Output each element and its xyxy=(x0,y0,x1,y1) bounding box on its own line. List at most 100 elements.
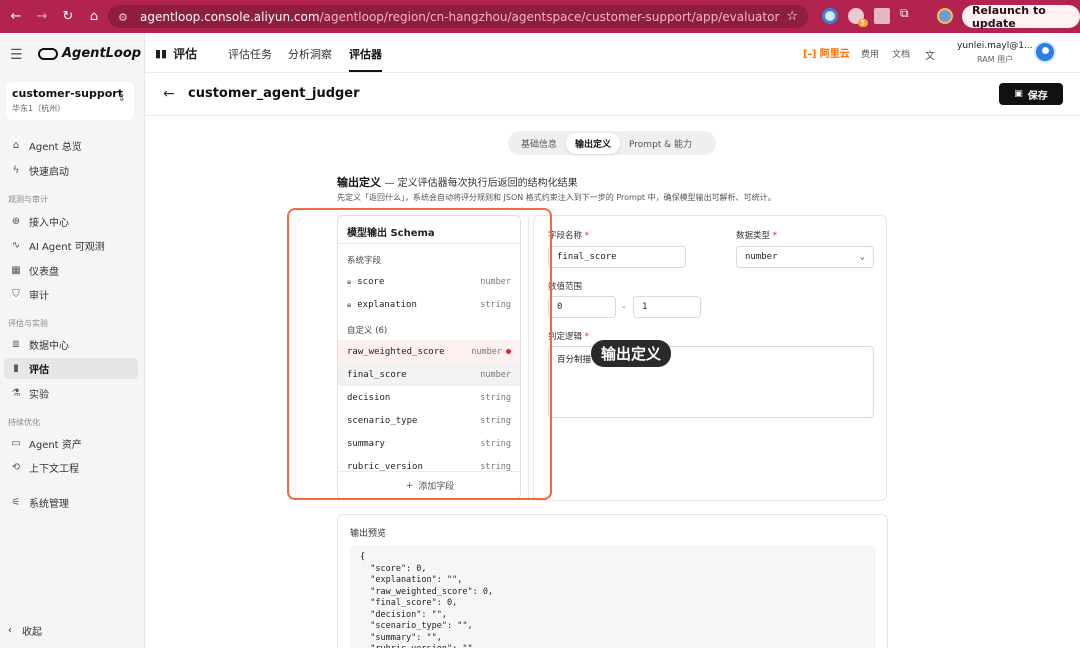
language-icon[interactable]: ⽂ xyxy=(925,47,935,62)
url-host: agentloop.console.aliyun.com xyxy=(140,9,320,24)
data-type-value: number xyxy=(745,252,778,262)
data-type-label: 数据类型 * xyxy=(736,229,777,241)
sidebar-item-label: 实验 xyxy=(29,390,49,401)
required-asterisk: * xyxy=(772,231,777,241)
range-label: 数值范围 xyxy=(548,282,583,292)
required-asterisk: * xyxy=(584,231,589,241)
aliyun-bracket-icon: [-] xyxy=(803,49,817,60)
section-title: 输出定义 xyxy=(337,176,381,189)
sidebar-item-evaluation[interactable]: ▮ 评估 xyxy=(4,358,138,379)
data-type-select[interactable]: number ⌄ xyxy=(736,246,874,268)
section-heading: 输出定义 — 定义评估器每次执行后返回的结构化结果 xyxy=(337,174,578,190)
database-icon: ≣ xyxy=(11,339,21,350)
docs-link[interactable]: 文档 xyxy=(892,47,910,60)
billing-link[interactable]: 费用 xyxy=(861,47,879,60)
sidebar-item-quick-start[interactable]: ϟ 快速启动 xyxy=(4,160,138,181)
section-subtitle: — 定义评估器每次执行后返回的结构化结果 xyxy=(384,178,578,189)
aliyun-logo[interactable]: [-] 阿里云 xyxy=(803,45,850,60)
agentloop-logo-icon xyxy=(38,47,58,60)
top-header: ▮▮ 评估 评估任务 分析洞察 评估器 [-] 阿里云 费用 文档 ⽂ yunle… xyxy=(145,33,1080,73)
module-label: 评估 xyxy=(173,47,198,61)
bar-chart-icon: ▮▮ xyxy=(155,47,168,60)
sidebar-item-data-center[interactable]: ≣ 数据中心 xyxy=(4,334,138,355)
sidebar: ☰ AgentLoop customer-support 华东1（杭州） ⇕ ⌂… xyxy=(0,33,145,648)
sidebar-item-access-center[interactable]: ⊕ 接入中心 xyxy=(4,211,138,232)
sidebar-item-dashboard[interactable]: ▦ 仪表盘 xyxy=(4,260,138,281)
annotation-highlight-box xyxy=(287,208,552,500)
sidebar-item-label: 系统管理 xyxy=(29,499,69,510)
sidebar-item-experiment[interactable]: ⚗ 实验 xyxy=(4,383,138,404)
aliyun-label: 阿里云 xyxy=(819,49,850,60)
sidebar-item-system-admin[interactable]: ⚟ 系统管理 xyxy=(4,492,138,513)
logic-label: 判定逻辑 * xyxy=(548,330,589,342)
reload-icon[interactable]: ↻ xyxy=(58,7,78,27)
puzzle-icon[interactable]: ⧉ xyxy=(900,6,916,22)
sidebar-item-label: 评估 xyxy=(29,365,49,376)
tab-evaluator[interactable]: 评估器 xyxy=(349,46,382,62)
field-name-label-text: 字段名称 xyxy=(548,231,583,241)
workspace-switcher[interactable]: customer-support 华东1（杭州） ⇕ xyxy=(6,82,134,120)
section-description: 先定义「返回什么」，系统会自动将评分规则和 JSON 格式约束注入到下一步的 P… xyxy=(337,193,776,202)
address-bar[interactable]: ⚙ agentloop.console.aliyun.com/agentloop… xyxy=(108,5,808,28)
output-preview-panel: 输出预览 { "score": 0, "explanation": "", "r… xyxy=(337,514,888,648)
back-arrow-icon[interactable]: ← xyxy=(6,7,26,27)
avatar[interactable] xyxy=(1034,41,1056,63)
bar-chart-icon: ▮ xyxy=(13,363,19,374)
hamburger-menu-icon[interactable]: ☰ xyxy=(10,47,23,63)
bookmark-star-icon[interactable]: ☆ xyxy=(786,9,798,24)
sidebar-item-context-engineering[interactable]: ⟲ 上下文工程 xyxy=(4,457,138,478)
back-arrow-icon[interactable]: ← xyxy=(163,86,175,102)
range-separator: - xyxy=(622,302,626,313)
folder-icon: ▭ xyxy=(11,438,21,449)
id-card-icon[interactable] xyxy=(874,8,890,24)
field-editor-panel: 字段名称 * final_score 数据类型 * number ⌄ 数值范围 … xyxy=(533,215,887,501)
sidebar-group-eval: 评估与实验 xyxy=(8,319,48,328)
tab-output-definition[interactable]: 输出定义 xyxy=(566,132,621,154)
sidebar-item-label: 快速启动 xyxy=(29,167,69,178)
user-info[interactable]: yunlei.mayl@1... RAM 用户 xyxy=(957,41,1033,65)
save-button[interactable]: ▣ 保存 xyxy=(999,83,1063,105)
sidebar-item-audit[interactable]: ⛉ 审计 xyxy=(4,284,138,305)
main-content: ← customer_agent_judger ▣ 保存 基础信息 输出定义 Pr… xyxy=(145,74,1080,648)
range-max-input[interactable]: 1 xyxy=(633,296,701,318)
plug-icon: ⊕ xyxy=(11,216,21,227)
sidebar-group-optimize: 持续优化 xyxy=(8,418,40,427)
collapse-sidebar-button[interactable]: ‹ 收起 xyxy=(8,623,42,638)
brand-logo[interactable]: AgentLoop xyxy=(38,46,141,61)
field-name-input[interactable]: final_score xyxy=(548,246,686,268)
workspace-name: customer-support xyxy=(12,87,123,100)
page-title: customer_agent_judger xyxy=(188,86,360,101)
sidebar-item-label: 数据中心 xyxy=(29,341,69,352)
workspace-region: 华东1（杭州） xyxy=(12,104,66,113)
annotation-tooltip: 输出定义 xyxy=(591,340,672,367)
user-role: RAM 用户 xyxy=(977,55,1014,64)
dashboard-icon: ▦ xyxy=(11,265,21,276)
sidebar-item-agent-overview[interactable]: ⌂ Agent 总览 xyxy=(4,135,138,156)
extension-icon[interactable] xyxy=(822,8,838,24)
sidebar-item-label: 审计 xyxy=(29,291,49,302)
forward-arrow-icon[interactable]: → xyxy=(32,7,52,27)
preview-code: { "score": 0, "explanation": "", "raw_we… xyxy=(350,545,876,648)
tab-basic-info[interactable]: 基础信息 xyxy=(512,133,566,154)
sidebar-item-label: 上下文工程 xyxy=(29,464,79,475)
field-name-label: 字段名称 * xyxy=(548,229,589,241)
range-min-input[interactable]: 0 xyxy=(548,296,616,318)
sidebar-item-agent-assets[interactable]: ▭ Agent 资产 xyxy=(4,433,138,454)
tab-prompt-capability[interactable]: Prompt & 能力 xyxy=(620,133,701,154)
sidebar-item-label: Agent 资产 xyxy=(29,440,82,451)
sidebar-item-label: 仪表盘 xyxy=(29,267,59,278)
module-title: ▮▮ 评估 xyxy=(155,45,197,62)
profile-avatar-icon[interactable] xyxy=(937,8,953,24)
segmented-tabs: 基础信息 输出定义 Prompt & 能力 xyxy=(508,131,716,155)
extension-badge-icon[interactable]: 5 xyxy=(848,8,868,27)
tab-eval-tasks[interactable]: 评估任务 xyxy=(228,46,272,62)
sidebar-item-label: 接入中心 xyxy=(29,218,69,229)
home-icon: ⌂ xyxy=(12,140,20,151)
site-settings-icon[interactable]: ⚙ xyxy=(118,11,130,24)
tab-insights[interactable]: 分析洞察 xyxy=(288,46,332,62)
home-icon[interactable]: ⌂ xyxy=(84,7,104,27)
sidebar-item-ai-observability[interactable]: ∿ AI Agent 可观测 xyxy=(4,235,138,256)
brand-name: AgentLoop xyxy=(62,46,142,61)
header-divider xyxy=(145,115,1080,116)
browser-menu-icon[interactable]: ⋮ xyxy=(1063,7,1077,23)
